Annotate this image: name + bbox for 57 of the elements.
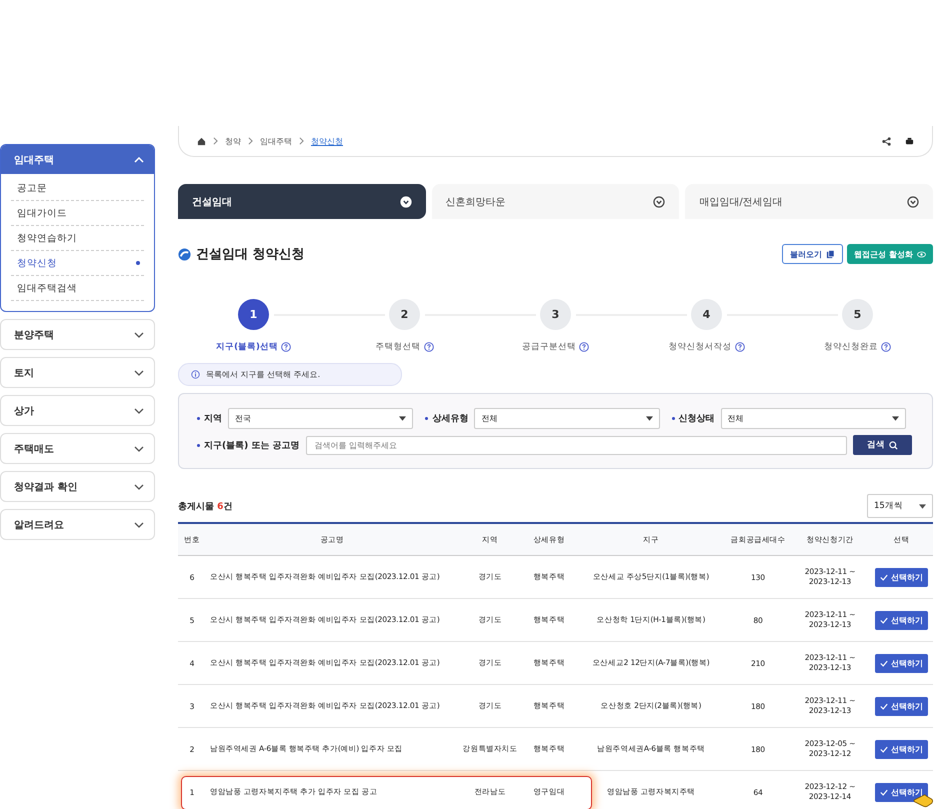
select-button[interactable]: 선택하기 [875,610,928,630]
select-button[interactable]: 선택하기 [875,568,928,586]
search-button[interactable]: 검색 [853,435,912,455]
load-button[interactable]: 불러오기 [782,244,844,264]
menu-label: 임대주택 [14,154,54,166]
breadcrumb-link[interactable]: 청약신청 [311,136,343,146]
step-label: 청약신청서작성 [668,341,732,353]
page-size-select[interactable]: 15개씩 [867,494,933,518]
menu-item[interactable]: 청약신청 [11,251,144,276]
menu-header[interactable]: 임대주택 [1,145,154,174]
select-button[interactable]: 선택하기 [875,696,928,716]
menu-label: 알려드려요 [14,518,64,532]
menu-label: 상가 [14,404,34,418]
menu-header[interactable]: 주택매도 [1,434,154,463]
step-label: 공급구분선택 [522,341,576,353]
menu-item[interactable]: 임대가이드 [11,201,144,226]
menu-label: 주택매도 [14,442,54,456]
select-field[interactable]: 전체 [720,408,906,429]
menu-header[interactable]: 상가 [1,396,154,425]
step-label: 주택형선택 [376,341,420,353]
select-field[interactable]: 전체 [474,408,660,429]
result-count: 총게시물 6건 [178,500,232,512]
tab[interactable]: 건설임대 [178,184,426,219]
step-number: 2 [389,299,420,330]
menu-label: 청약결과 확인 [14,480,78,494]
filter-label: 신청상태 [672,412,715,425]
step-number: 5 [842,299,873,330]
step-number: 3 [540,299,571,330]
tab-label: 신혼희망타운 [446,196,506,208]
step-label: 청약신청완료 [824,341,878,353]
select-field[interactable]: 전국 [228,408,414,429]
menu-header[interactable]: 토지 [1,358,154,387]
step-number: 1 [238,299,269,330]
breadcrumb-link[interactable]: 임대주택 [260,136,292,146]
filter-label: 지역 [197,412,222,425]
select-button[interactable]: 선택하기 [875,654,928,672]
tab[interactable]: 매입임대/전세임대 [685,184,934,219]
tab-label: 매입임대/전세임대 [699,196,783,208]
filter-label: 지구(블록) 또는 공고명 [197,438,300,452]
menu-header[interactable]: 분양주택 [1,320,154,349]
menu-header[interactable]: 청약결과 확인 [1,472,154,501]
filter-label: 상세유형 [425,412,468,425]
menu-item[interactable]: 공고문 [11,176,144,201]
tab[interactable]: 신혼희망타운 [432,184,680,219]
menu-item[interactable]: 청약연습하기 [11,226,144,251]
menu-header[interactable]: 알려드려요 [1,510,154,539]
tab-label: 건설임대 [192,196,232,208]
step-label: 지구(블록)선택 [216,341,278,353]
notice-text: 목록에서 지구를 선택해 주세요. [206,369,320,380]
select-button[interactable]: 선택하기 [875,740,928,758]
breadcrumb-link[interactable]: 청약 [225,136,241,146]
page-title: 건설임대 청약신청 [196,246,305,263]
step-number: 4 [691,299,722,330]
menu-label: 토지 [14,366,34,380]
menu-item[interactable]: 임대주택검색 [11,276,144,301]
search-field[interactable]: 검색어를 입력해주세요 [306,436,847,454]
menu-label: 분양주택 [14,328,54,342]
